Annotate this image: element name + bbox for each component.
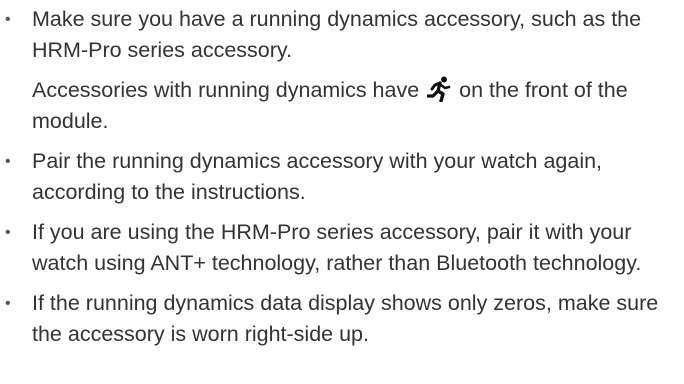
list-item-text: If the running dynamics data display sho… [32,291,659,346]
note-text-before: Accessories with running dynamics have [32,78,420,102]
list-item-text: Make sure you have a running dynamics ac… [32,7,642,62]
list-item: • If you are using the HRM-Pro series ac… [0,217,672,279]
list-item-text: Pair the running dynamics accessory with… [32,149,603,204]
bullet: • [5,11,11,28]
list-item-note: Accessories with running dynamics have o… [32,75,672,137]
list-item: • If the running dynamics data display s… [0,288,672,350]
list-item: • Pair the running dynamics accessory wi… [0,146,672,208]
list-item-text: If you are using the HRM-Pro series acce… [32,220,642,275]
bullet: • [5,224,11,241]
troubleshooting-list: • Make sure you have a running dynamics … [0,0,684,350]
running-person-icon [427,76,451,102]
list-item: • Make sure you have a running dynamics … [0,4,672,137]
bullet: • [5,153,11,170]
bullet: • [5,295,11,312]
